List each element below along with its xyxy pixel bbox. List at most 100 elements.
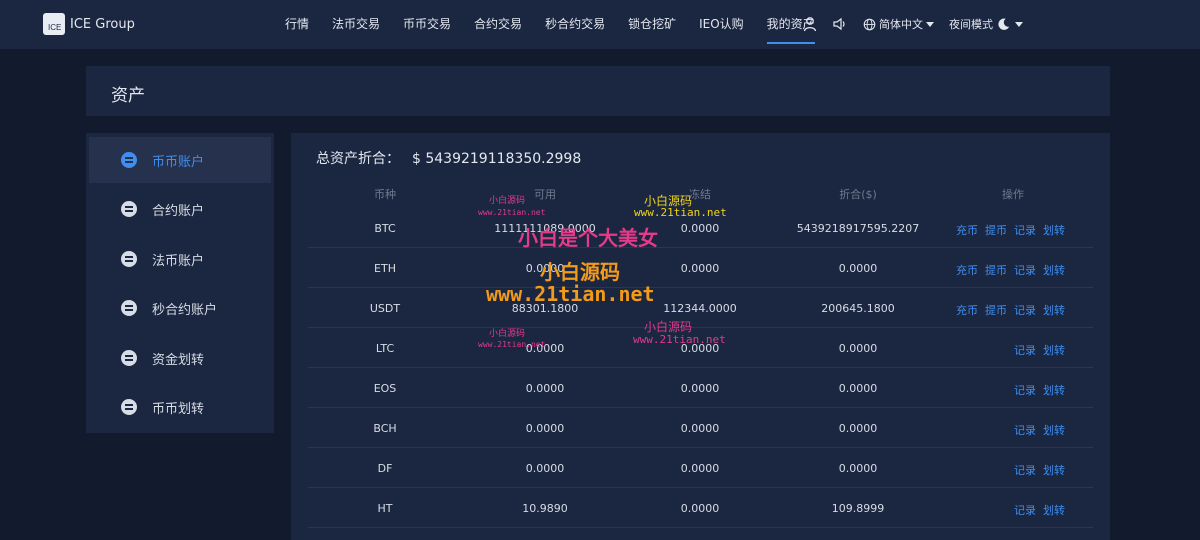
language-label: 简体中文 [879,18,923,31]
nav-item-0[interactable]: 行情 [285,0,309,49]
cell-available: 0.0000 [525,462,565,475]
deposit-link[interactable]: 充币 [956,302,978,318]
cell-available: 1111111089.0000 [494,222,596,235]
sidebar-item-label: 资金划转 [152,352,205,368]
row-actions: 记录 划转 [1014,342,1065,358]
column-header-2: 冻结 [689,188,711,201]
transfer-link[interactable]: 划转 [1043,382,1065,398]
record-link[interactable]: 记录 [1014,422,1036,438]
row-actions: 记录 划转 [1014,462,1065,478]
record-link[interactable]: 记录 [1014,382,1036,398]
moon-icon [998,18,1010,30]
withdraw-link[interactable]: 提币 [985,262,1007,278]
record-link[interactable]: 记录 [1014,462,1036,478]
cell-available: 10.9890 [522,502,568,515]
table-row: USDT 88301.1800 112344.0000 200645.1800 充币 提币… [308,288,1093,328]
nav-item-4[interactable]: 秒合约交易 [545,0,605,49]
row-actions: 记录 划转 [1014,422,1065,438]
total-assets-value: $ 5439219118350.2998 [412,151,582,167]
table-row: EOS 0.0000 0.0000 0.0000 记录 划转 [308,368,1093,408]
transfer-link[interactable]: 划转 [1043,302,1065,318]
transfer-link[interactable]: 划转 [1043,342,1065,358]
brand-name: ICE Group [70,16,135,32]
record-link[interactable]: 记录 [1014,302,1036,318]
cell-available: 0.0000 [525,422,565,435]
column-header-3: 折合($) [839,188,877,201]
cell-value: 0.0000 [838,462,878,475]
cell-value: 0.0000 [838,382,878,395]
record-link[interactable]: 记录 [1014,262,1036,278]
transfer-link[interactable]: 划转 [1043,262,1065,278]
record-link[interactable]: 记录 [1014,502,1036,518]
column-header-4: 操作 [1002,188,1024,201]
total-assets: 总资产折合： $ 5439219118350.2998 [316,148,581,168]
wallet-icon [121,201,137,217]
cell-frozen: 0.0000 [680,382,720,395]
sidebar-item-label: 法币账户 [152,253,205,269]
row-actions: 记录 划转 [1014,502,1065,518]
transfer-link[interactable]: 划转 [1043,222,1065,238]
page-title: 资产 [111,86,145,106]
record-link[interactable]: 记录 [1014,222,1036,238]
brand-logo[interactable]: ICE ICE Group [43,13,135,35]
nav-item-2[interactable]: 币币交易 [403,0,451,49]
user-icon[interactable] [802,16,818,32]
transfer-icon [121,350,137,366]
cell-coin: LTC [375,342,395,355]
cell-coin: BCH [373,422,397,435]
top-navbar: ICE ICE Group 行情 法币交易 币币交易 合约交易 秒合约交易 锁仓挖矿 IEO… [0,0,1200,49]
withdraw-link[interactable]: 提币 [985,302,1007,318]
row-actions: 充币 提币 记录 划转 [956,262,1065,278]
cell-frozen: 0.0000 [680,502,720,515]
cell-coin: USDT [369,302,401,315]
nav-item-3[interactable]: 合约交易 [474,0,522,49]
chevron-down-icon [1015,21,1023,27]
transfer-link[interactable]: 划转 [1043,502,1065,518]
row-actions: 充币 提币 记录 划转 [956,302,1065,318]
wallet-icon [121,251,137,267]
sidebar-item-3[interactable]: 秒合约账户 [89,285,271,331]
cell-value: 5439218917595.2207 [796,222,920,235]
asset-panel: 总资产折合： $ 5439219118350.2998 币种 可用 冻结 折合($) 操作… [291,133,1110,540]
sidebar-item-2[interactable]: 法币账户 [89,236,271,282]
cell-frozen: 0.0000 [680,422,720,435]
page-header: 资产 [86,66,1110,116]
cell-value: 0.0000 [838,262,878,275]
nav-item-5[interactable]: 锁仓挖矿 [628,0,676,49]
table-row: LTC 0.0000 0.0000 0.0000 记录 划转 [308,328,1093,368]
logo-icon: ICE [43,13,65,35]
cell-value: 0.0000 [838,422,878,435]
sidebar-item-0[interactable]: 币币账户 [89,137,271,183]
column-header-0: 币种 [374,188,396,201]
cell-frozen: 0.0000 [680,222,720,235]
main-nav: 行情 法币交易 币币交易 合约交易 秒合约交易 锁仓挖矿 IEO认购 我的资产 [285,0,838,49]
row-actions: 记录 划转 [1014,382,1065,398]
nav-item-6[interactable]: IEO认购 [699,0,744,49]
cell-coin: BTC [374,222,396,235]
deposit-link[interactable]: 充币 [956,262,978,278]
account-sidebar: 币币账户合约账户法币账户秒合约账户资金划转币币划转 [86,133,274,433]
cell-coin: DF [377,462,393,475]
sidebar-item-4[interactable]: 资金划转 [89,335,271,381]
deposit-link[interactable]: 充币 [956,222,978,238]
night-mode-toggle[interactable]: 夜间模式 [949,16,1023,32]
record-link[interactable]: 记录 [1014,342,1036,358]
cell-frozen: 0.0000 [680,262,720,275]
cell-coin: HT [377,502,393,515]
cell-available: 0.0000 [525,262,565,275]
sidebar-item-5[interactable]: 币币划转 [89,384,271,430]
transfer-link[interactable]: 划转 [1043,462,1065,478]
sidebar-item-1[interactable]: 合约账户 [89,186,271,232]
cell-frozen: 112344.0000 [663,302,737,315]
language-selector[interactable]: 简体中文 [863,16,934,32]
transfer-link[interactable]: 划转 [1043,422,1065,438]
withdraw-link[interactable]: 提币 [985,222,1007,238]
column-header-1: 可用 [534,188,556,201]
sound-icon[interactable] [832,16,848,32]
cell-frozen: 0.0000 [680,462,720,475]
table-row: DF 0.0000 0.0000 0.0000 记录 划转 [308,448,1093,488]
nav-item-1[interactable]: 法币交易 [332,0,380,49]
cell-value: 200645.1800 [821,302,895,315]
cell-value: 109.8999 [831,502,885,515]
sidebar-item-label: 合约账户 [152,203,205,219]
